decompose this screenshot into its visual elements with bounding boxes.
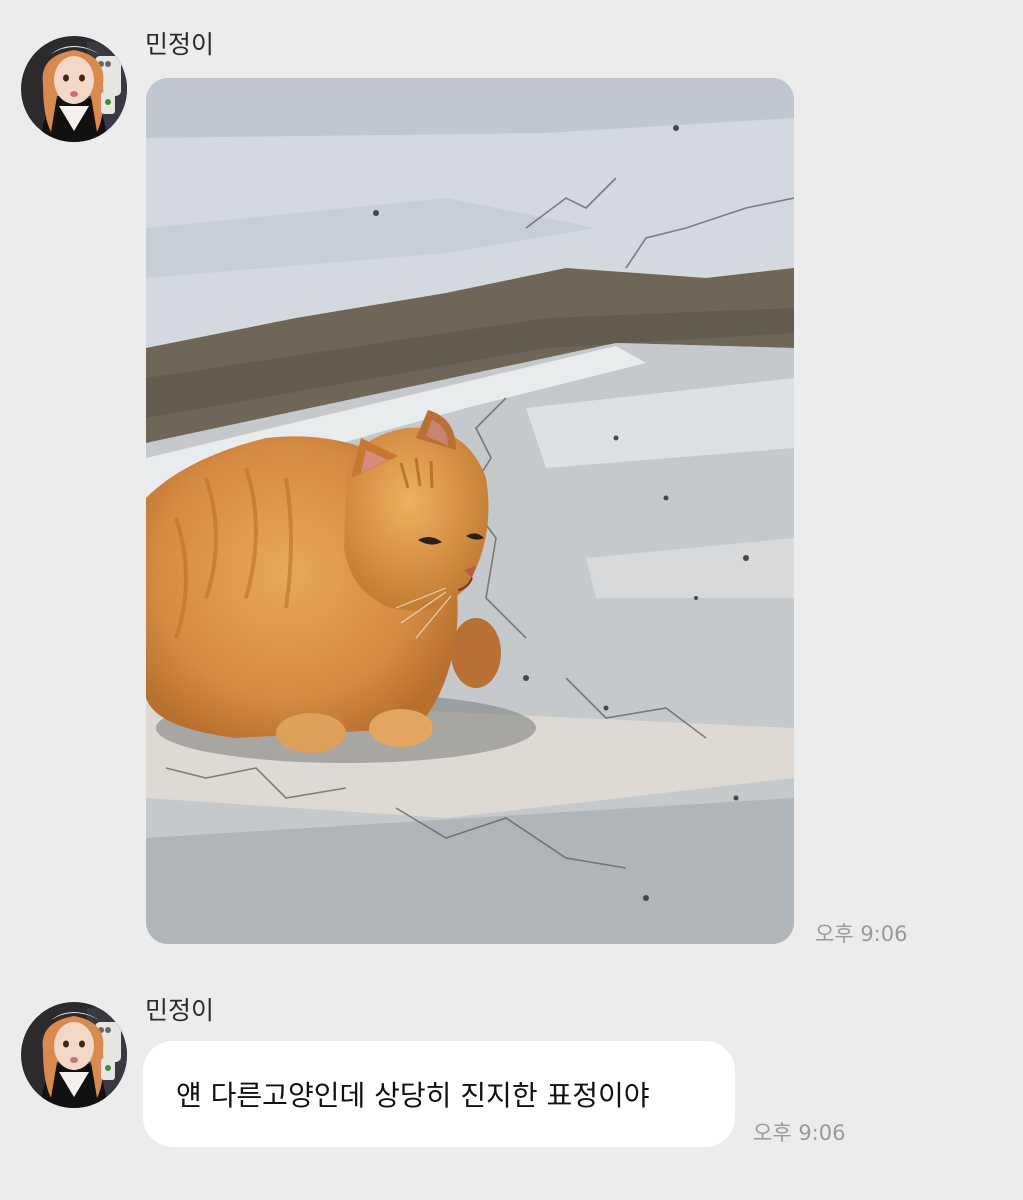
message-text: 얜 다른고양인데 상당히 진지한 표정이야 — [176, 1079, 650, 1112]
chat-photo[interactable] — [146, 78, 794, 944]
message-timestamp: 오후 9:06 — [815, 922, 908, 946]
sender-avatar[interactable] — [21, 36, 127, 142]
sender-name: 민정이 — [145, 30, 215, 59]
sender-avatar[interactable] — [21, 1002, 127, 1108]
message-bubble[interactable]: 얜 다른고양인데 상당히 진지한 표정이야 — [143, 1041, 735, 1147]
message-timestamp: 오후 9:06 — [753, 1121, 846, 1145]
sender-name: 민정이 — [145, 996, 215, 1025]
cat-photo-image — [146, 78, 794, 944]
